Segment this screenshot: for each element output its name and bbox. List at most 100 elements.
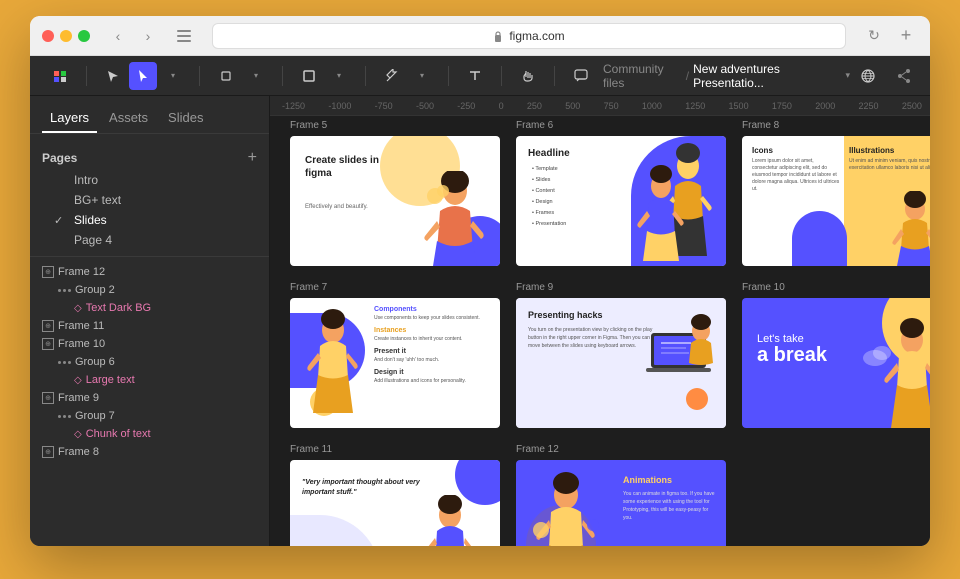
s8-person-illustration	[887, 191, 930, 266]
frame-tool-button[interactable]	[212, 62, 240, 90]
s11-quote: "Very important thought about very impor…	[302, 478, 430, 498]
tool-separator-3	[282, 66, 283, 86]
traffic-lights	[42, 30, 90, 42]
slide-frame5[interactable]: Create slides in figma Effectively and b…	[290, 136, 500, 266]
layer-chunk-text[interactable]: ◇ Chunk of text	[30, 425, 269, 443]
frame6-label: Frame 6	[516, 120, 553, 131]
s11-blob-left	[290, 515, 380, 546]
text-layer-icon: ◇	[74, 303, 82, 314]
frame12-label: Frame 12	[516, 444, 559, 455]
horizontal-ruler: -1250 -1000 -750 -500 -250 0 250 500 750…	[270, 96, 930, 116]
layer-frame10[interactable]: ⊕ Frame 10	[30, 335, 269, 353]
rect-tool-button[interactable]	[295, 62, 323, 90]
tool-separator-7	[554, 66, 555, 86]
s8-illus-title: Illustrations	[849, 146, 930, 155]
slide-frame8-wrapper: Frame 8 Icons Lorem ipsum dolor s	[742, 136, 930, 266]
frame-dropdown-button[interactable]: ▾	[242, 62, 270, 90]
s8-purple-blob	[792, 211, 847, 266]
minimize-button[interactable]	[60, 30, 72, 42]
canvas-content[interactable]: Frame 5 Create slides in figma Effective…	[270, 116, 930, 546]
canvas-area[interactable]: -1250 -1000 -750 -500 -250 0 250 500 750…	[270, 96, 930, 546]
tool-group-main	[42, 62, 78, 90]
tool-group-shapes: ▾	[291, 62, 357, 90]
page-intro[interactable]: Intro	[30, 170, 269, 190]
close-button[interactable]	[42, 30, 54, 42]
tab-layers[interactable]: Layers	[42, 104, 97, 133]
figma-main: Layers Assets Slides Pages +	[30, 96, 930, 546]
tab-slides[interactable]: Slides	[160, 104, 211, 133]
s12-person-illustration	[521, 470, 621, 546]
tool-group-text	[457, 62, 493, 90]
layer-group2[interactable]: Group 2	[30, 281, 269, 299]
slide-frame7[interactable]: Components Use components to keep your s…	[290, 298, 500, 428]
address-bar[interactable]: figma.com	[212, 23, 846, 49]
s7-inst-title: Instances	[374, 327, 492, 334]
frame-icon-11: ⊕	[42, 320, 54, 332]
slide-frame9[interactable]: Presenting hacks You turn on the present…	[516, 298, 726, 428]
tool-dropdown-button[interactable]: ▾	[159, 62, 187, 90]
frame-icon-10: ⊕	[42, 338, 54, 350]
add-page-button[interactable]: +	[248, 150, 257, 166]
url-text: figma.com	[509, 29, 564, 43]
move-tool-button[interactable]	[99, 62, 127, 90]
toolbar-right	[854, 62, 918, 90]
s8-icons-text: Lorem ipsum dolor sit amet, consectetur …	[752, 158, 840, 193]
tool-separator-5	[448, 66, 449, 86]
s7-right-content: Components Use components to keep your s…	[374, 306, 492, 385]
layer-text-dark-bg[interactable]: ◇ Text Dark BG	[30, 299, 269, 317]
layer-group6[interactable]: Group 6	[30, 353, 269, 371]
large-text-icon: ◇	[74, 375, 82, 386]
slide-frame12[interactable]: Animations You can animate in figma too.…	[516, 460, 726, 546]
tool-separator-1	[86, 66, 87, 86]
slide-frame7-wrapper: Frame 7	[290, 298, 500, 428]
pointer-tool-button[interactable]	[129, 62, 157, 90]
s7-comp-title: Components	[374, 306, 492, 313]
s10-text-block: Let's take a break	[757, 333, 827, 365]
maximize-button[interactable]	[78, 30, 90, 42]
pen-tool-button[interactable]	[378, 62, 406, 90]
forward-button[interactable]: ›	[136, 24, 160, 48]
tool-group-pen: ▾	[374, 62, 440, 90]
s6-list: • Template • Slides • Content • Design •…	[532, 164, 566, 230]
s11-person-illustration	[415, 495, 480, 546]
globe-icon[interactable]	[854, 62, 882, 90]
breadcrumb-dropdown-icon[interactable]: ▾	[845, 70, 850, 81]
s6-people-illustration	[633, 141, 718, 261]
shape-dropdown-button[interactable]: ▾	[325, 62, 353, 90]
slides-row-3: Frame 11	[290, 460, 930, 546]
layer-frame9[interactable]: ⊕ Frame 9	[30, 389, 269, 407]
layer-frame8[interactable]: ⊕ Frame 8	[30, 443, 269, 461]
slides-row-1: Frame 5 Create slides in figma Effective…	[290, 136, 930, 266]
page-4[interactable]: Page 4	[30, 230, 269, 250]
refresh-button[interactable]: ↻	[862, 24, 886, 48]
sidebar-toggle-button[interactable]	[172, 24, 196, 48]
s9-laptop-illustration	[641, 313, 721, 393]
s9-text: You turn on the presentation view by cli…	[528, 326, 653, 350]
comment-tool-button[interactable]	[567, 62, 595, 90]
slide-frame10[interactable]: Let's take a break	[742, 298, 930, 428]
hamburger-menu-button[interactable]	[46, 62, 74, 90]
frame-icon-9: ⊕	[42, 392, 54, 404]
slide-frame6[interactable]: Headline • Template • Slides • Content •…	[516, 136, 726, 266]
layer-frame12[interactable]: ⊕ Frame 12	[30, 263, 269, 281]
layer-group7[interactable]: Group 7	[30, 407, 269, 425]
page-slides[interactable]: ✓ Slides	[30, 210, 269, 230]
share-icon[interactable]	[890, 62, 918, 90]
slide-frame11[interactable]: "Very important thought about very impor…	[290, 460, 500, 546]
breadcrumb-prefix: Community files	[603, 62, 682, 90]
layer-large-text[interactable]: ◇ Large text	[30, 371, 269, 389]
breadcrumb-slash: /	[686, 69, 689, 83]
slide-frame12-wrapper: Frame 12	[516, 460, 726, 546]
page-bg-text[interactable]: BG+ text	[30, 190, 269, 210]
back-button[interactable]: ‹	[106, 24, 130, 48]
hand-tool-button[interactable]	[514, 62, 542, 90]
layer-frame11[interactable]: ⊕ Frame 11	[30, 317, 269, 335]
text-tool-button[interactable]	[461, 62, 489, 90]
slides-row-2: Frame 7	[290, 298, 930, 428]
tab-assets[interactable]: Assets	[101, 104, 156, 133]
new-tab-button[interactable]: +	[894, 24, 918, 48]
s7-person-illustration	[295, 308, 370, 413]
pen-dropdown-button[interactable]: ▾	[408, 62, 436, 90]
breadcrumb-title: New adventures Presentatio...	[693, 62, 841, 90]
slide-frame8[interactable]: Icons Lorem ipsum dolor sit amet, consec…	[742, 136, 930, 266]
